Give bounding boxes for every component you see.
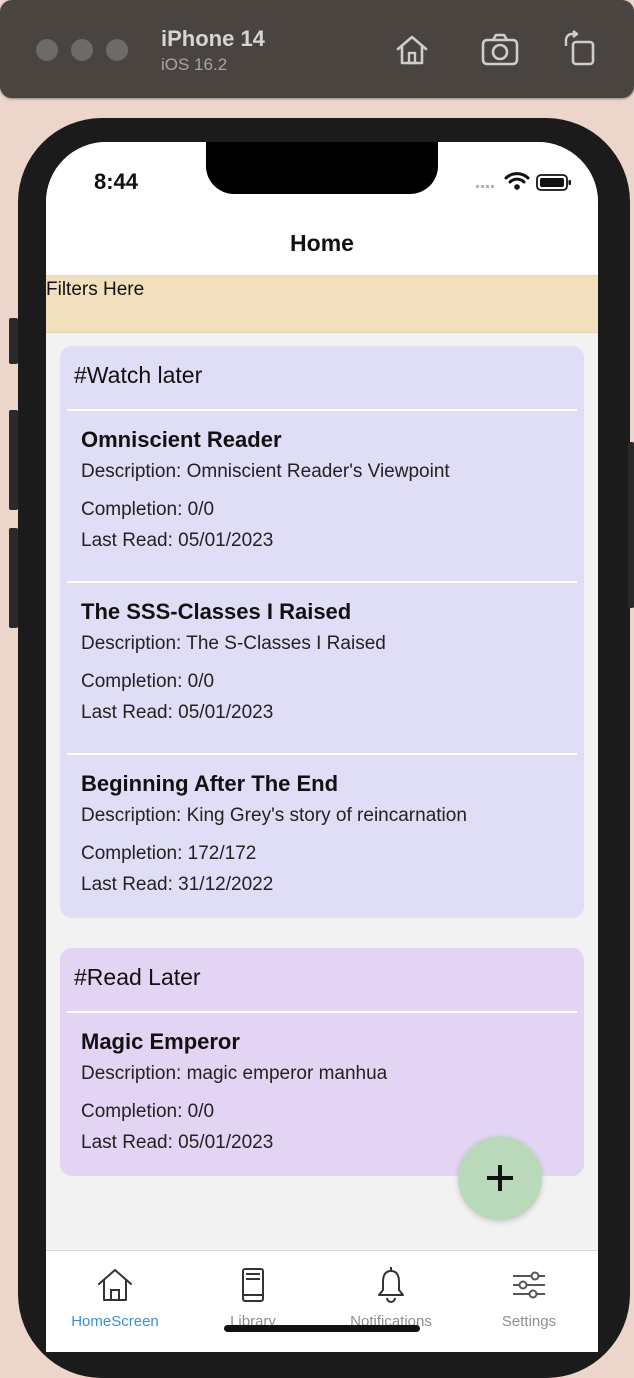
group-title: #Watch later <box>74 362 203 388</box>
tab-label: Settings <box>501 1313 557 1330</box>
item-title: Omniscient Reader <box>81 427 282 452</box>
plus-icon <box>487 1165 513 1191</box>
tab-homescreen[interactable]: HomeScreen <box>46 1251 184 1352</box>
tab-notifications[interactable]: Notifications <box>322 1251 460 1352</box>
item-completion: Completion: 172/172 <box>81 843 257 864</box>
home-icon[interactable] <box>392 30 432 70</box>
status-time: 8:44 <box>94 169 139 194</box>
item-last-read: Last Read: 05/01/2023 <box>81 1132 274 1153</box>
simulator-toolbar: iPhone 14 iOS 16.2 <box>0 0 634 98</box>
dynamic-notch <box>206 142 438 194</box>
filters-bar[interactable]: Filters Here <box>46 276 598 333</box>
device-name: iPhone 14 <box>161 26 265 51</box>
group-title: #Read Later <box>74 964 201 990</box>
signal-icon <box>476 185 494 188</box>
home-indicator <box>224 1325 420 1332</box>
book-icon <box>242 1268 264 1302</box>
item-title: Magic Emperor <box>81 1029 240 1054</box>
tab-library[interactable]: Library <box>184 1251 322 1352</box>
item-completion: Completion: 0/0 <box>81 499 215 520</box>
divider <box>67 753 577 755</box>
tab-bar: HomeScreen Library Notifications Setting… <box>46 1250 598 1352</box>
item-description: Description: King Grey's story of reinca… <box>81 805 467 826</box>
divider <box>67 409 577 411</box>
battery-icon <box>536 174 571 191</box>
item-description: Description: magic emperor manhua <box>81 1063 388 1084</box>
phone-screen: 8:44 Home Filters Here #Watch later Omni… <box>46 142 598 1352</box>
item-description: Description: Omniscient Reader's Viewpoi… <box>81 461 450 482</box>
rotate-icon[interactable] <box>560 30 600 70</box>
divider <box>67 1011 577 1013</box>
sliders-icon <box>513 1271 545 1299</box>
tab-label: HomeScreen <box>71 1313 159 1330</box>
wifi-icon <box>504 172 530 190</box>
item-last-read: Last Read: 05/01/2023 <box>81 530 274 551</box>
tab-settings[interactable]: Settings <box>460 1251 598 1352</box>
group-watch-later: #Watch later Omniscient Reader Descripti… <box>60 346 584 918</box>
filters-label: Filters Here <box>46 279 145 300</box>
window-minimize-button[interactable] <box>71 39 93 61</box>
volume-up-button <box>9 410 18 510</box>
item-title: The SSS-Classes I Raised <box>81 599 352 624</box>
window-close-button[interactable] <box>36 39 58 61</box>
divider <box>67 581 577 583</box>
status-and-nav-bar: 8:44 Home <box>46 142 598 276</box>
item-title: Beginning After The End <box>81 771 339 796</box>
os-version: iOS 16.2 <box>161 55 228 74</box>
item-last-read: Last Read: 05/01/2023 <box>81 702 274 723</box>
power-button <box>628 442 634 608</box>
item-completion: Completion: 0/0 <box>81 1101 215 1122</box>
volume-down-button <box>9 528 18 628</box>
silent-switch <box>9 318 18 364</box>
page-title: Home <box>290 230 354 256</box>
bell-icon <box>378 1267 404 1303</box>
item-description: Description: The S-Classes I Raised <box>81 633 386 654</box>
home-icon <box>98 1269 132 1301</box>
window-zoom-button[interactable] <box>106 39 128 61</box>
add-button[interactable] <box>458 1136 542 1220</box>
item-last-read: Last Read: 31/12/2022 <box>81 874 274 895</box>
item-completion: Completion: 0/0 <box>81 671 215 692</box>
status-icons <box>476 172 571 191</box>
screenshot-icon[interactable] <box>480 30 520 70</box>
